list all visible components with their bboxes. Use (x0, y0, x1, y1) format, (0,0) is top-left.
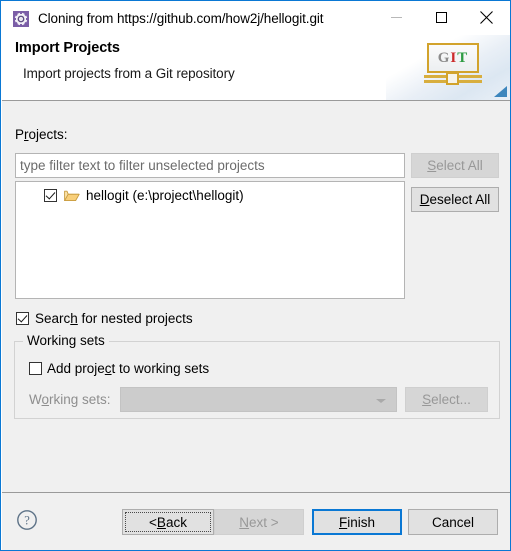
search-nested-projects-checkbox-row[interactable]: Search for nested projects (16, 311, 193, 326)
add-project-to-working-sets-checkbox[interactable] (29, 362, 42, 375)
working-sets-combo-label: Working sets: (29, 392, 111, 407)
add-project-to-working-sets-row[interactable]: Add project to working sets (29, 361, 209, 376)
cancel-button[interactable]: Cancel (408, 509, 498, 535)
header-banner: GIT (386, 35, 510, 100)
working-sets-group: Working sets Add project to working sets… (14, 333, 500, 419)
git-logo-g: G (437, 49, 451, 66)
git-logo-t: T (457, 49, 469, 66)
git-logo-i: I (450, 49, 458, 66)
list-item-checkbox[interactable] (44, 188, 57, 202)
page-subtitle: Import projects from a Git repository (23, 66, 235, 81)
dialog-body: Projects: hellogit (e:\project\hellogit)… (2, 101, 510, 492)
projects-label: Projects: (15, 127, 68, 142)
select-all-button[interactable]: Select All (411, 153, 499, 178)
list-item-label: hellogit (e:\project\hellogit) (86, 187, 244, 203)
search-nested-projects-checkbox[interactable] (16, 312, 29, 325)
search-input[interactable] (15, 153, 405, 178)
working-sets-select-button[interactable]: Select... (405, 387, 488, 412)
back-button[interactable]: < Back (122, 509, 214, 535)
list-item[interactable]: hellogit (e:\project\hellogit) (16, 185, 404, 205)
open-folder-icon (64, 189, 80, 202)
help-circle-icon[interactable]: ? (16, 509, 38, 531)
window-title: Cloning from https://github.com/how2j/he… (38, 11, 324, 26)
search-nested-projects-label: Search for nested projects (35, 311, 193, 326)
wizard-header: GIT Import Projects Import projects from… (2, 35, 510, 100)
close-button[interactable] (464, 2, 509, 32)
finish-button[interactable]: Finish (312, 509, 402, 535)
maximize-button[interactable] (419, 2, 464, 32)
git-logo-knob (446, 72, 459, 85)
banner-triangle-icon (494, 86, 507, 97)
projects-list[interactable]: hellogit (e:\project\hellogit) HOW2J.CN (15, 181, 405, 299)
deselect-all-button[interactable]: Deselect All (411, 187, 499, 212)
git-logo-icon: GIT (424, 43, 482, 90)
gear-icon (13, 10, 29, 27)
minimize-button[interactable] (374, 2, 419, 32)
svg-text:?: ? (24, 514, 30, 528)
minimize-icon (391, 16, 402, 18)
maximize-icon (436, 11, 447, 23)
import-projects-dialog: Cloning from https://github.com/how2j/he… (0, 0, 511, 551)
working-sets-select[interactable] (120, 387, 397, 412)
dialog-footer: ? < Back Next > Finish Cancel (2, 493, 510, 550)
chevron-down-icon (376, 399, 386, 403)
git-logo-box: GIT (427, 43, 479, 73)
close-icon (480, 10, 493, 24)
next-button[interactable]: Next > (214, 509, 304, 535)
add-project-to-working-sets-label: Add project to working sets (47, 361, 210, 376)
page-title: Import Projects (15, 40, 120, 56)
working-sets-legend: Working sets (23, 333, 109, 348)
